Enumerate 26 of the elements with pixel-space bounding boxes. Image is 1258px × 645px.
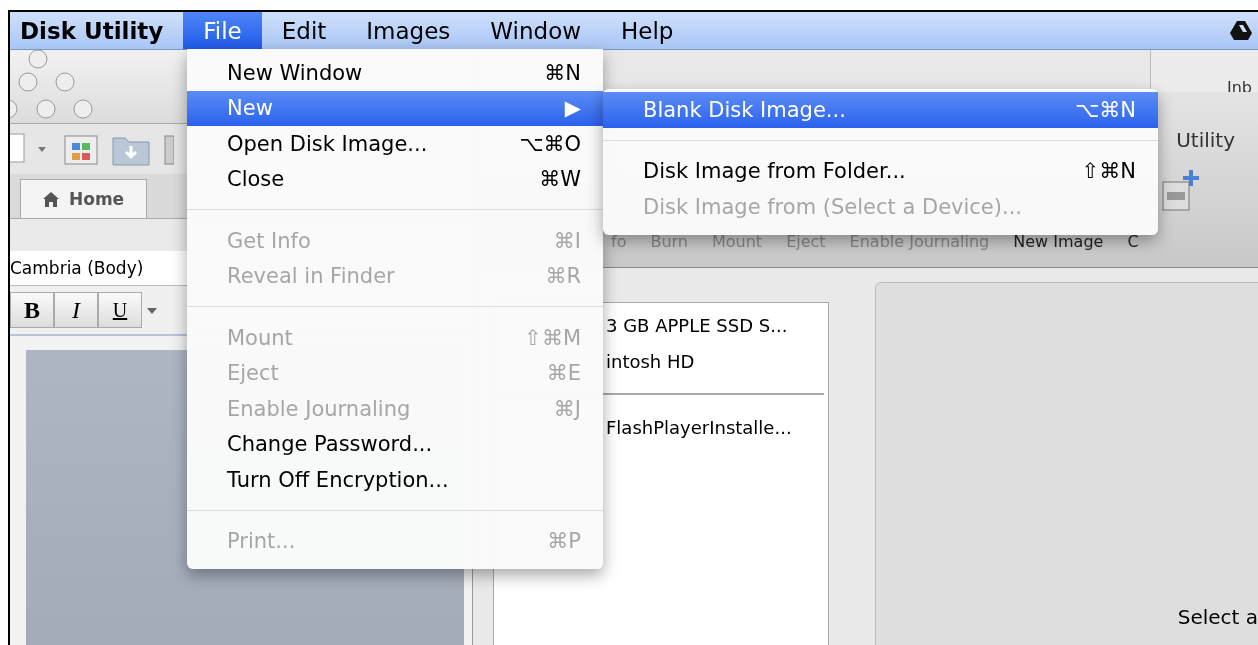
menu-title[interactable]: File bbox=[183, 12, 262, 49]
app-menu[interactable]: Disk Utility bbox=[10, 12, 184, 49]
menu-title[interactable]: Images bbox=[346, 12, 471, 49]
toolbar-button[interactable]: C bbox=[1115, 232, 1151, 251]
format-button[interactable]: B bbox=[10, 292, 54, 328]
menu-item[interactable]: Close ⌘W bbox=[187, 161, 603, 197]
menu-item[interactable]: Change Password... bbox=[187, 426, 603, 462]
menu-title[interactable]: Edit bbox=[261, 12, 347, 49]
home-tab[interactable]: Home bbox=[20, 179, 148, 218]
gallery-icon[interactable] bbox=[64, 133, 98, 165]
menu-item[interactable]: Blank Disk Image... ⌥⌘N bbox=[603, 92, 1158, 128]
home-icon bbox=[43, 191, 59, 207]
menu-title[interactable]: Help bbox=[601, 12, 694, 49]
detail-text: Select a bbox=[1177, 605, 1258, 629]
menu-item[interactable]: Open Disk Image... ⌥⌘O bbox=[187, 126, 603, 162]
menu-item[interactable]: Disk Image from Folder... ⇧⌘N bbox=[603, 153, 1158, 189]
menu-item[interactable]: Turn Off Encryption... bbox=[187, 462, 603, 498]
format-button[interactable]: U bbox=[98, 292, 142, 328]
font-field[interactable]: Cambria (Body) bbox=[10, 258, 150, 278]
disk-image-plus-icon[interactable] bbox=[1161, 168, 1201, 212]
menu-item[interactable]: New Window ⌘N bbox=[187, 55, 603, 91]
window-title: Utility bbox=[1176, 128, 1235, 152]
submenu-item[interactable]: New ▶ bbox=[187, 90, 603, 126]
format-button[interactable]: I bbox=[54, 292, 98, 328]
menu-title[interactable]: Window bbox=[470, 12, 602, 49]
toolbar-button[interactable]: New Image bbox=[1001, 232, 1116, 251]
